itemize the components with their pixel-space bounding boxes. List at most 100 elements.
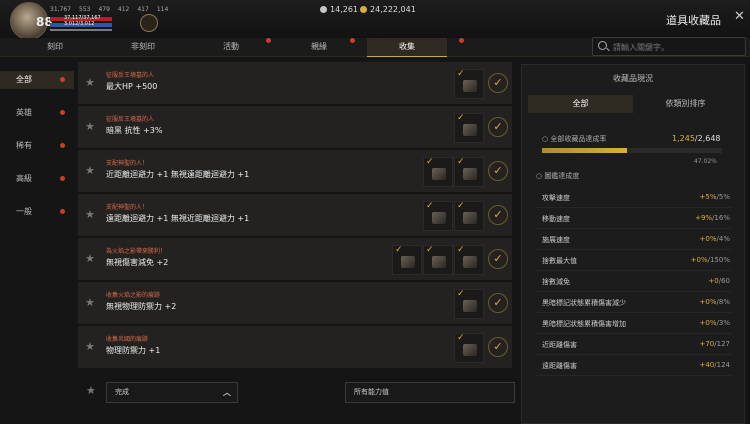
total-progress-fill [542, 148, 627, 153]
item-icon [432, 256, 446, 268]
complete-check-icon: ✓ [488, 73, 508, 93]
clan-emblem-icon[interactable] [140, 14, 158, 32]
panel-tab-by-category[interactable]: 依類別排序 [633, 95, 738, 113]
stat-row: 近距離傷害 +70/127 [536, 334, 732, 355]
close-icon[interactable]: ✕ [734, 9, 745, 24]
collection-title: 征服反王墳墓的人 [106, 116, 155, 123]
check-icon: ✓ [426, 201, 434, 211]
item-slot[interactable]: ✓ [454, 201, 484, 231]
collection-effect: 物理防禦力 +1 [106, 346, 161, 355]
collection-row[interactable]: ★ 支配神聖的人！ 遠距離迴避力 +1 無視近距離迴避力 +1 ✓ ✓ ✓ [78, 194, 512, 236]
check-icon: ✓ [457, 333, 465, 343]
item-icon [463, 300, 477, 312]
search-input[interactable] [611, 40, 743, 54]
complete-check-icon: ✓ [488, 161, 508, 181]
item-slot[interactable]: ✓ [454, 113, 484, 143]
item-slot[interactable]: ✓ [454, 333, 484, 363]
stat-max: /16% [712, 214, 730, 222]
chevron-up-icon: ︿ [223, 388, 231, 397]
stat-max: /60 [718, 277, 730, 285]
ability-filter-dropdown[interactable]: 所有能力值 [345, 382, 515, 403]
item-slot[interactable]: ✓ [392, 245, 422, 275]
stat-6: 114 [156, 6, 169, 13]
check-icon: ✓ [457, 157, 465, 167]
stat-1: 31,767 [50, 6, 71, 13]
stat-max: /3% [716, 319, 730, 327]
stat-current: +0% [699, 319, 717, 327]
item-slot[interactable]: ✓ [423, 245, 453, 275]
item-slot[interactable]: ✓ [454, 289, 484, 319]
total-percent: 47.02% [694, 158, 717, 165]
check-icon: ✓ [426, 245, 434, 255]
item-slot[interactable]: ✓ [423, 157, 453, 187]
check-icon: ✓ [457, 69, 465, 79]
stat-current: +0% [699, 235, 717, 243]
stat-current: +5% [699, 193, 717, 201]
category-all[interactable]: 全部 [0, 71, 74, 89]
stat-max: /127 [714, 340, 730, 348]
collection-effect: 最大HP +500 [106, 82, 158, 91]
favorite-star-icon[interactable]: ★ [85, 76, 95, 89]
item-slot[interactable]: ✓ [454, 157, 484, 187]
collection-row[interactable]: ★ 征服反王墳墓的人 最大HP +500 ✓ ✓ [78, 62, 512, 104]
panel-tab-all[interactable]: 全部 [528, 95, 633, 113]
complete-check-icon: ✓ [488, 205, 508, 225]
alert-dot [60, 143, 65, 148]
collection-row[interactable]: ★ 支配神聖的人！ 近距離迴避力 +1 無視遠距離迴避力 +1 ✓ ✓ ✓ [78, 150, 512, 192]
tab-affinity[interactable]: 親緣 [264, 38, 374, 56]
item-icon [432, 212, 446, 224]
stat-value: +40/124 [699, 361, 730, 369]
complete-check-icon: ✓ [488, 117, 508, 137]
stat-row: 施展速度 +0%/4% [536, 229, 732, 250]
favorite-star-icon[interactable]: ★ [85, 164, 95, 177]
favorite-star-icon[interactable]: ★ [85, 296, 95, 309]
item-icon [463, 212, 477, 224]
favorite-star-icon[interactable]: ★ [85, 340, 95, 353]
check-icon: ✓ [457, 245, 465, 255]
collection-alert-dot [459, 38, 464, 43]
collection-row[interactable]: ★ 收集炎國的痕跡 物理防禦力 +1 ✓ ✓ [78, 326, 512, 368]
alert-dot [60, 77, 65, 82]
favorite-star-icon[interactable]: ★ [85, 208, 95, 221]
mp-bar: 3,012/3,012 [50, 21, 112, 27]
tab-collection[interactable]: 收集 [367, 38, 447, 57]
check-icon: ✓ [457, 201, 465, 211]
item-icon [432, 168, 446, 180]
item-slot[interactable]: ✓ [454, 69, 484, 99]
collection-row[interactable]: ★ 收集火焰之影的痕跡 無視物理防禦力 +2 ✓ ✓ [78, 282, 512, 324]
stat-row: 遠距離傷害 +40/124 [536, 355, 732, 376]
status-filter-dropdown[interactable]: 完成 ︿ [106, 382, 238, 403]
search-box[interactable] [592, 37, 746, 56]
favorite-star-icon[interactable]: ★ [85, 120, 95, 133]
collection-effect: 近距離迴避力 +1 無視遠距離迴避力 +1 [106, 170, 250, 179]
stat-row: 黑暗標記狀態累積傷害減少 +0%/8% [536, 292, 732, 313]
category-normal[interactable]: 一般 [0, 203, 74, 221]
collection-row[interactable]: ★ 征服反王墳墓的人 暗黑 抗性 +3% ✓ ✓ [78, 106, 512, 148]
stat-5: 417 [137, 6, 149, 13]
item-slot[interactable]: ✓ [423, 201, 453, 231]
stat-value: +5%/5% [700, 193, 730, 201]
stat-name: 黑暗標記狀態累積傷害減少 [542, 299, 626, 307]
favorite-star-icon[interactable]: ★ [85, 252, 95, 265]
category-rare[interactable]: 稀有 [0, 137, 74, 155]
stat-value: +70/127 [699, 340, 730, 348]
status-filter-value: 完成 [115, 388, 129, 396]
collection-status-panel: 收藏品現況 全部 依類別排序 ○ 全部收藏品達成率 1,245/2,648 47… [521, 64, 745, 424]
collection-row[interactable]: ★ 為火焰之影帶來勝利！ 無視傷害減免 +2 ✓ ✓ ✓ ✓ [78, 238, 512, 280]
item-slot[interactable]: ✓ [454, 245, 484, 275]
complete-check-icon: ✓ [488, 293, 508, 313]
stat-value: +0%/3% [700, 319, 730, 327]
favorite-filter-star-icon[interactable]: ★ [86, 384, 96, 397]
category-advanced[interactable]: 高級 [0, 170, 74, 188]
item-icon [463, 80, 477, 92]
gold-value: 24,222,041 [370, 5, 416, 14]
category-hero[interactable]: 英雄 [0, 104, 74, 122]
alert-dot [60, 176, 65, 181]
stat-max: /4% [716, 235, 730, 243]
category-label: 英雄 [16, 108, 32, 117]
stat-name: 捨數最大值 [542, 257, 577, 265]
top-bar: 88 31,767 553 479 412 417 114 37,117/37,… [0, 0, 750, 40]
collection-title: 征服反王墳墓的人 [106, 72, 155, 79]
total-rate-value: 1,245/2,648 [672, 134, 721, 143]
item-icon [463, 344, 477, 356]
